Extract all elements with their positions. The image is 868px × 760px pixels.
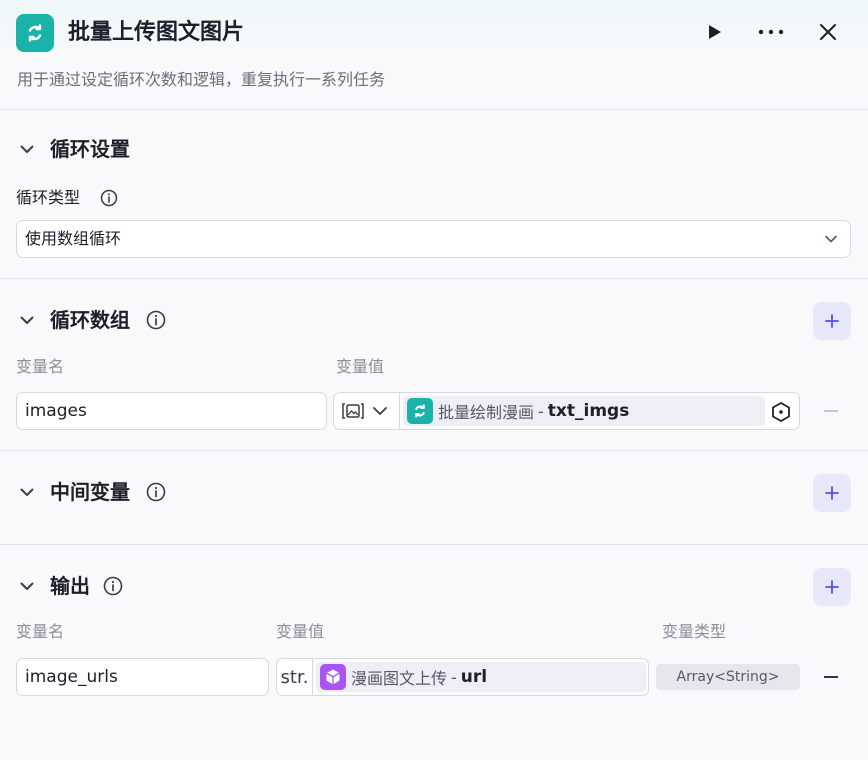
more-button[interactable] bbox=[756, 17, 786, 47]
type-select[interactable] bbox=[334, 393, 400, 429]
reference-node-name: 漫画图文上传 bbox=[351, 669, 448, 688]
add-output-button[interactable] bbox=[813, 568, 851, 606]
info-icon[interactable] bbox=[146, 482, 166, 502]
output-name-input[interactable]: image_urls bbox=[16, 658, 269, 696]
minus-icon bbox=[824, 676, 838, 678]
column-label-value: 变量值 bbox=[276, 622, 325, 641]
chevron-down-icon[interactable] bbox=[18, 483, 36, 501]
add-loop-array-button[interactable] bbox=[813, 302, 851, 340]
divider bbox=[0, 278, 868, 279]
variable-name-input[interactable]: images bbox=[16, 392, 327, 430]
type-select[interactable]: str. bbox=[277, 659, 313, 695]
loop-icon bbox=[16, 14, 54, 52]
node-title[interactable]: 批量上传图文图片 bbox=[68, 17, 244, 49]
chevron-down-icon bbox=[824, 231, 838, 251]
info-icon[interactable] bbox=[103, 576, 123, 596]
chevron-down-icon[interactable] bbox=[18, 577, 36, 595]
info-icon[interactable] bbox=[146, 310, 166, 330]
reference-variable-name: url bbox=[460, 667, 488, 687]
section-title-intermediate: 中间变量 bbox=[50, 480, 130, 504]
more-icon bbox=[758, 29, 784, 35]
reference-node-name: 批量绘制漫画 bbox=[438, 403, 535, 422]
image-type-icon bbox=[342, 401, 364, 421]
close-icon bbox=[820, 24, 836, 40]
add-intermediate-button[interactable] bbox=[813, 474, 851, 512]
column-label-name: 变量名 bbox=[16, 357, 65, 376]
divider bbox=[0, 544, 868, 545]
reference-tag[interactable]: 漫画图文上传 - url bbox=[316, 662, 646, 692]
plus-icon bbox=[825, 314, 839, 328]
chevron-down-icon[interactable] bbox=[18, 140, 36, 158]
string-type-label: str. bbox=[280, 666, 309, 688]
loop-type-select[interactable]: 使用数组循环 bbox=[16, 220, 851, 258]
loop-icon bbox=[407, 398, 433, 424]
chevron-down-icon bbox=[372, 406, 388, 416]
reference-tag[interactable]: 批量绘制漫画 - txt_imgs bbox=[403, 396, 765, 426]
loop-type-label: 循环类型 bbox=[16, 188, 81, 207]
section-title-loop-array: 循环数组 bbox=[50, 308, 130, 332]
column-label-type: 变量类型 bbox=[662, 622, 727, 641]
node-header: 批量上传图文图片 用于通过设定循环次数和逻辑，重复执行一系列任务 bbox=[0, 0, 868, 110]
minus-icon bbox=[824, 410, 838, 412]
chevron-down-icon[interactable] bbox=[18, 311, 36, 329]
variable-hex-icon[interactable] bbox=[770, 401, 792, 423]
info-icon[interactable] bbox=[99, 188, 119, 208]
reference-variable-name: txt_imgs bbox=[547, 401, 630, 421]
close-button[interactable] bbox=[813, 17, 843, 47]
plus-icon bbox=[825, 580, 839, 594]
plus-icon bbox=[825, 486, 839, 500]
play-icon bbox=[709, 25, 721, 39]
plugin-cube-icon bbox=[320, 664, 346, 690]
section-title-loop-settings: 循环设置 bbox=[50, 137, 130, 161]
reference-separator: - bbox=[451, 667, 457, 687]
divider bbox=[0, 450, 868, 451]
variable-type-badge: Array<String> bbox=[656, 664, 800, 690]
run-button[interactable] bbox=[699, 17, 729, 47]
remove-row-button[interactable] bbox=[820, 666, 842, 688]
section-title-output: 输出 bbox=[50, 574, 90, 598]
output-value-field[interactable]: str. 漫画图文上传 - url bbox=[276, 658, 649, 696]
loop-type-value: 使用数组循环 bbox=[25, 229, 122, 248]
reference-separator: - bbox=[538, 401, 544, 421]
node-description[interactable]: 用于通过设定循环次数和逻辑，重复执行一系列任务 bbox=[17, 68, 385, 92]
column-label-name: 变量名 bbox=[16, 622, 65, 641]
column-label-value: 变量值 bbox=[336, 357, 385, 376]
variable-value-field[interactable]: 批量绘制漫画 - txt_imgs bbox=[333, 392, 800, 430]
remove-row-button[interactable] bbox=[820, 400, 842, 422]
